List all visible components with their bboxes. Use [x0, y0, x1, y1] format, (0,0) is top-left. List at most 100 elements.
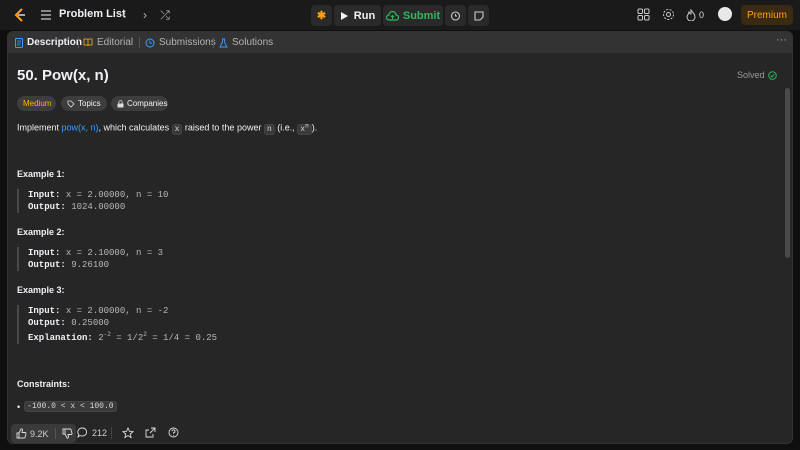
- input-value: x = 2.00000, n = 10: [65, 190, 169, 200]
- output-label: Output:: [28, 260, 66, 270]
- debug-button[interactable]: ✱: [311, 5, 332, 26]
- constraints-heading: Constraints:: [17, 379, 71, 389]
- tab-description[interactable]: Description: [15, 35, 82, 50]
- streak-count: 0: [699, 10, 705, 20]
- like-dislike-group: 9.2K: [11, 424, 76, 443]
- next-problem-icon[interactable]: ›: [138, 8, 152, 22]
- pow-link[interactable]: pow(x, n): [62, 123, 99, 133]
- play-icon: [340, 11, 349, 21]
- output-value: 9.26100: [71, 260, 110, 270]
- desc-text: , which calculates: [98, 122, 172, 133]
- tab-solutions[interactable]: Solutions: [219, 35, 273, 50]
- difficulty-badge[interactable]: Medium: [17, 96, 56, 111]
- output-value: 0.25000: [71, 318, 110, 328]
- tab-submissions[interactable]: Submissions: [145, 35, 216, 50]
- problem-list-icon[interactable]: [40, 9, 52, 21]
- settings-gear-icon[interactable]: [662, 8, 676, 22]
- scrollbar[interactable]: [785, 78, 790, 419]
- check-circle-icon: [767, 70, 777, 80]
- input-label: Input:: [28, 248, 61, 258]
- run-submit-group: ✱ Run Submit: [311, 5, 443, 26]
- solved-label: Solved: [737, 70, 765, 80]
- document-icon: [15, 37, 23, 48]
- lock-icon: [117, 99, 124, 108]
- tab-divider: [78, 37, 79, 48]
- bug-icon: ✱: [316, 10, 327, 22]
- tab-editorial[interactable]: Editorial: [83, 35, 133, 50]
- tag-icon: [67, 100, 75, 108]
- topics-label: Topics: [78, 99, 101, 108]
- example-3-heading: Example 3:: [17, 285, 65, 295]
- user-avatar[interactable]: [718, 7, 732, 21]
- inline-code: x: [171, 123, 183, 135]
- input-value: x = 2.00000, n = -2: [65, 306, 169, 316]
- problem-panel: Description Editorial Submissions Soluti…: [7, 31, 793, 444]
- output-label: Output:: [28, 202, 66, 212]
- example-2-block: Input: x = 2.10000, n = 3 Output: 9.2610…: [17, 247, 163, 271]
- cloud-upload-icon: [385, 10, 399, 21]
- timer-note-group: [445, 5, 489, 26]
- output-value: 1024.00000: [71, 202, 126, 212]
- book-icon: [83, 38, 93, 47]
- explanation-exponent: -2: [103, 331, 111, 338]
- companies-tag[interactable]: Companies: [111, 96, 168, 111]
- shuffle-icon[interactable]: ⤮: [158, 8, 172, 22]
- inline-code: n: [263, 123, 275, 135]
- submit-button[interactable]: Submit: [383, 5, 443, 26]
- tab-editorial-label: Editorial: [97, 37, 134, 48]
- prev-problem-icon[interactable]: ‹: [117, 8, 131, 22]
- footer-bar: 9.2K 212: [8, 422, 792, 443]
- more-options-icon[interactable]: ···: [776, 34, 787, 46]
- example-1-block: Input: x = 2.00000, n = 10 Output: 1024.…: [17, 189, 168, 213]
- flame-icon: [686, 9, 696, 21]
- desc-text: ).: [311, 122, 318, 133]
- leetcode-logo-icon[interactable]: [12, 7, 28, 23]
- divider: [111, 427, 112, 439]
- bullet-dot: •: [17, 401, 21, 412]
- example-2-heading: Example 2:: [17, 227, 65, 237]
- input-value: x = 2.10000, n = 3: [65, 248, 164, 258]
- history-icon: [145, 38, 155, 48]
- output-label: Output:: [28, 318, 66, 328]
- comment-icon[interactable]: [77, 427, 89, 439]
- desc-text: Implement: [17, 122, 62, 133]
- tab-divider: [139, 37, 140, 48]
- constraint-code: -100.0 < x < 100.0: [24, 401, 117, 412]
- thumbs-down-icon[interactable]: [62, 428, 73, 439]
- companies-label: Companies: [127, 99, 168, 108]
- share-icon[interactable]: [145, 427, 157, 439]
- explanation-text: = 1/4 = 0.25: [146, 333, 218, 343]
- comment-count: 212: [92, 428, 108, 438]
- like-count: 9.2K: [30, 428, 49, 439]
- tab-divider: [213, 37, 214, 48]
- help-icon[interactable]: [168, 427, 180, 439]
- scrollbar-thumb[interactable]: [785, 88, 790, 258]
- example-1-heading: Example 1:: [17, 169, 65, 179]
- star-icon[interactable]: [122, 427, 134, 439]
- streak-counter[interactable]: 0: [686, 8, 710, 22]
- example-3-block: Input: x = 2.00000, n = -2 Output: 0.250…: [17, 305, 217, 344]
- timer-button[interactable]: [445, 5, 466, 26]
- solved-status: Solved: [737, 70, 777, 80]
- run-button[interactable]: Run: [334, 5, 381, 26]
- problem-list-button[interactable]: Problem List: [59, 8, 126, 20]
- alarm-clock-icon: [450, 10, 461, 21]
- divider: [54, 428, 56, 439]
- input-label: Input:: [28, 190, 61, 200]
- constraint-item: • -100.0 < x < 100.0: [17, 401, 117, 412]
- flask-icon: [219, 38, 228, 48]
- notes-button[interactable]: [468, 5, 489, 26]
- layout-grid-icon[interactable]: [637, 8, 651, 22]
- top-bar: Problem List ‹ › ⤮ ✱ Run Submit 0 Premiu…: [0, 0, 800, 30]
- run-label: Run: [353, 9, 376, 22]
- explanation-label: Explanation:: [28, 333, 93, 343]
- description-content: 50. Pow(x, n) Solved Medium Topics Compa…: [8, 53, 792, 419]
- premium-button[interactable]: Premium: [741, 5, 793, 25]
- desc-text: raised to the power: [182, 122, 264, 133]
- thumbs-up-icon[interactable]: [16, 428, 27, 439]
- tab-description-label: Description: [27, 37, 83, 48]
- problem-description: Implement pow(x, n), which calculates x …: [17, 122, 318, 135]
- power-exponent: n: [305, 122, 309, 129]
- tab-submissions-label: Submissions: [159, 37, 216, 48]
- topics-tag[interactable]: Topics: [61, 96, 107, 111]
